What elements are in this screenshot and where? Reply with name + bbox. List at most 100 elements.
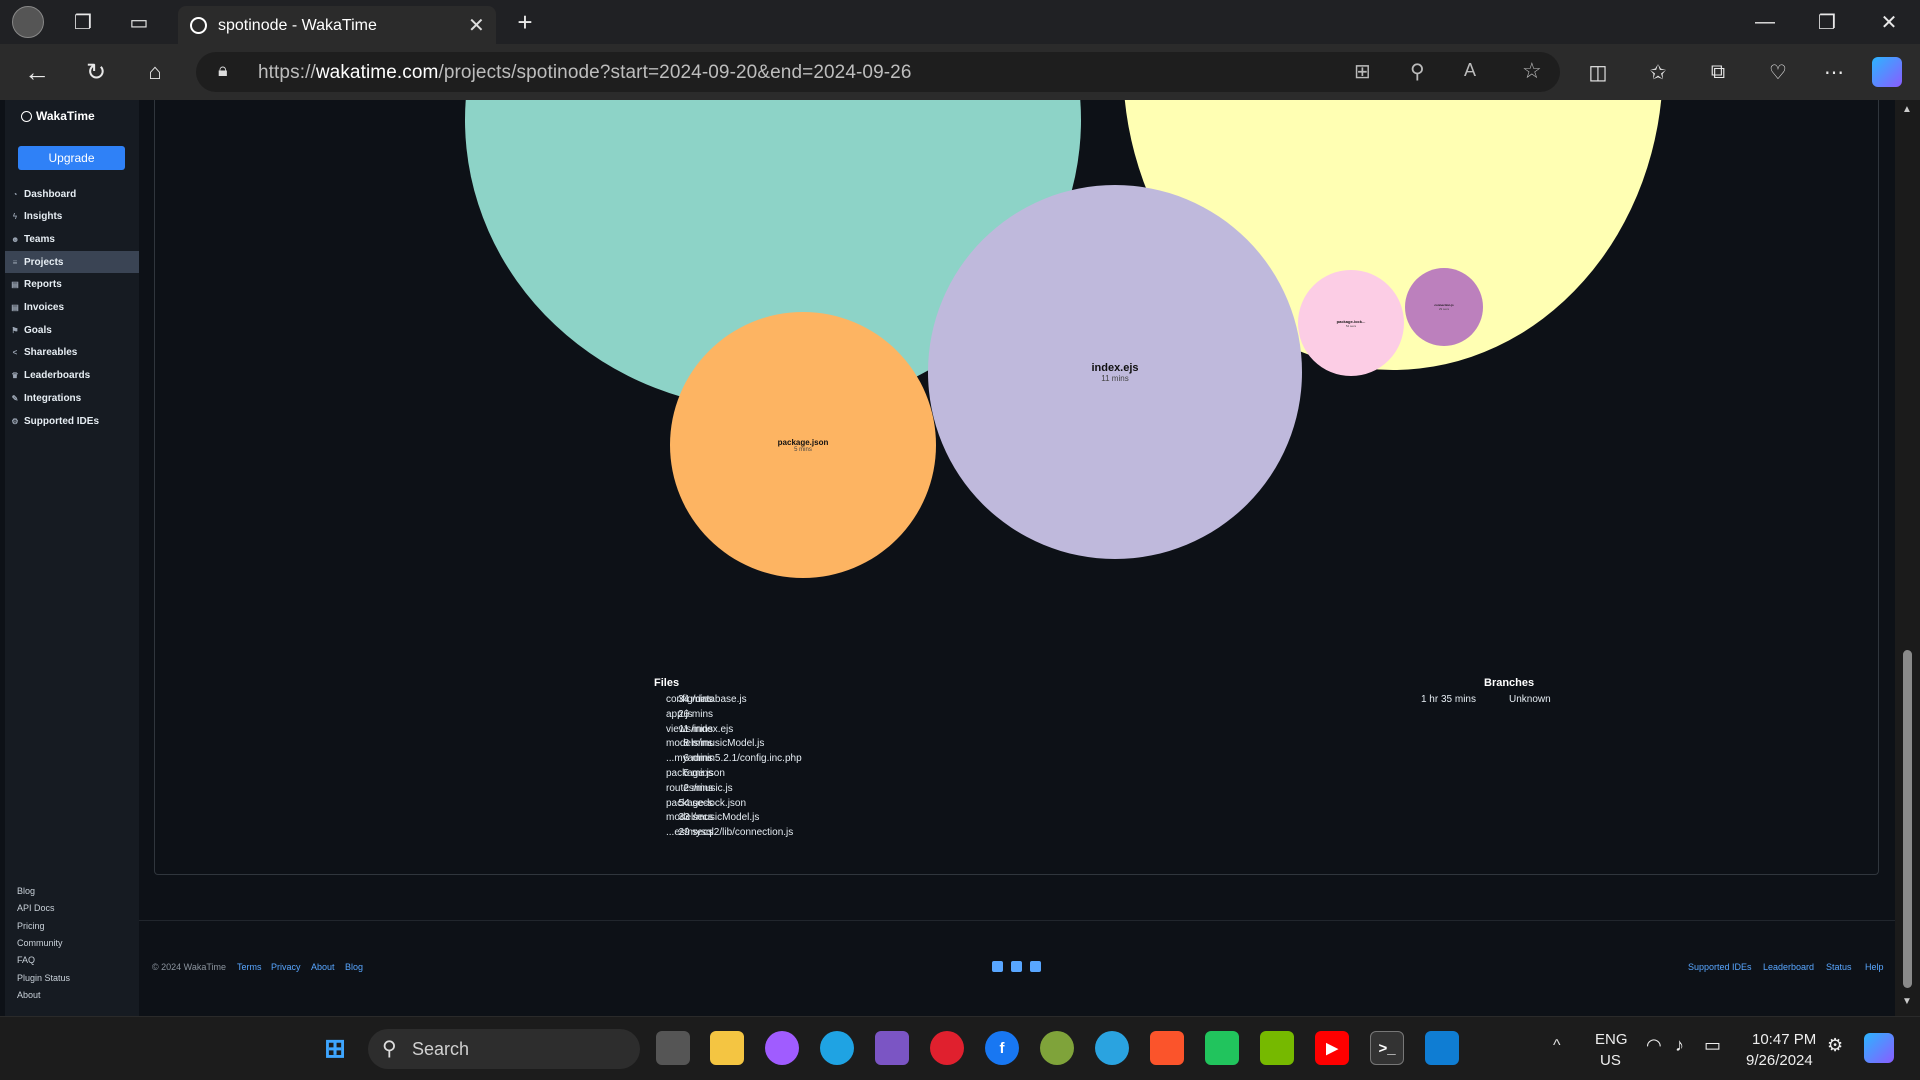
sidebar-item-invoices[interactable]: ▤ Invoices [5,297,139,319]
sidebar-footer-link[interactable]: FAQ [17,955,35,965]
green-app-icon[interactable] [1205,1031,1239,1065]
edge-icon[interactable] [820,1031,854,1065]
footer-link-about[interactable]: About [311,962,335,972]
lock-icon[interactable]: 🔒︎ [218,60,228,81]
favorite-star-icon[interactable]: ☆ [1522,58,1542,84]
file-name[interactable]: ...myadmin5.2.1/config.inc.php [666,753,802,764]
sidebar-item-projects[interactable]: ≡ Projects [5,251,139,274]
home-icon[interactable]: ⌂ [137,54,173,90]
refresh-icon[interactable]: ↻ [78,54,114,90]
file-name[interactable]: views/index.ejs [666,724,733,735]
scrollbar-thumb[interactable] [1903,650,1912,988]
github-icon[interactable] [992,961,1003,972]
sidebar-item-reports[interactable]: ▤ Reports [5,274,139,296]
volume-icon[interactable]: ♪ [1675,1035,1684,1056]
sidebar-footer-link[interactable]: About [17,990,41,1000]
collections-icon[interactable]: ⧉ [1700,54,1736,90]
telegram-icon[interactable] [1095,1031,1129,1065]
zoom-icon[interactable]: ⚲ [1410,59,1425,84]
file-name[interactable]: package-lock.json [666,798,746,809]
sidebar-footer-link[interactable]: Plugin Status [17,973,70,983]
linkedin-icon[interactable] [1030,961,1041,972]
show-hidden-icons-icon[interactable]: ^ [1553,1037,1561,1055]
footer-link-supported-ides[interactable]: Supported IDEs [1688,962,1752,972]
sidebar-item-shareables[interactable]: < Shareables [5,342,139,364]
read-aloud-icon[interactable]: A [1464,60,1476,81]
nvidia-icon[interactable] [1260,1031,1294,1065]
file-name[interactable]: model/musicModel.js [666,812,759,823]
app-available-icon[interactable]: ⊞ [1354,59,1371,84]
file-name[interactable]: routes/music.js [666,783,733,794]
clock-date[interactable]: 9/26/2024 [1746,1052,1813,1069]
bubble-package-lock[interactable]: package-lock... 54 secs [1298,270,1404,376]
terminal-icon[interactable]: >_ [1370,1031,1404,1065]
footer-link-blog[interactable]: Blog [345,962,363,972]
copilot-icon[interactable] [1872,57,1902,87]
copilot-taskbar-icon[interactable] [1864,1033,1894,1063]
brand-logo[interactable]: WakaTime [21,109,95,123]
workspaces-icon[interactable]: ❐ [65,4,101,40]
close-window-icon[interactable]: ✕ [1871,4,1907,40]
footer-link-privacy[interactable]: Privacy [271,962,301,972]
windows-start-icon[interactable]: ⊞ [318,1031,352,1065]
split-screen-icon[interactable]: ◫ [1580,54,1616,90]
footer-link-leaderboard[interactable]: Leaderboard [1763,962,1814,972]
sidebar-item-dashboard[interactable]: ◔ Dashboard [5,183,139,205]
file-name[interactable]: ...es/mysql2/lib/connection.js [666,827,793,838]
restore-icon[interactable]: ❐ [1809,4,1845,40]
bubble-index-ejs[interactable]: index.ejs 11 mins [928,185,1302,559]
more-menu-icon[interactable]: ⋯ [1816,54,1852,90]
notifications-icon[interactable]: ⚙ [1827,1035,1843,1056]
sidebar-item-goals[interactable]: ⚑ Goals [5,319,139,341]
sidebar-item-insights[interactable]: ϟ Insights [5,206,139,228]
profile-avatar[interactable] [12,6,44,38]
file-name[interactable]: models/musicModel.js [666,738,764,749]
sidebar-item-integrations[interactable]: ✎ Integrations [5,387,139,409]
sidebar-footer-link[interactable]: Pricing [17,921,45,931]
visual-studio-icon[interactable] [875,1031,909,1065]
favorites-icon[interactable]: ✩ [1640,54,1676,90]
opera-icon[interactable] [930,1031,964,1065]
back-icon[interactable]: ← [19,54,55,90]
clock-time[interactable]: 10:47 PM [1752,1031,1816,1048]
file-name[interactable]: app.js [666,709,693,720]
sidebar-footer-link[interactable]: API Docs [17,903,55,913]
new-tab-icon[interactable]: + [507,4,543,40]
messenger-icon[interactable] [765,1031,799,1065]
language-top[interactable]: ENG [1595,1031,1628,1048]
youtube-icon[interactable]: ▶ [1315,1031,1349,1065]
minimize-icon[interactable]: — [1747,4,1783,40]
sidebar-item-supported-ides[interactable]: ⚙ Supported IDEs [5,410,139,432]
branch-name[interactable]: Unknown [1509,694,1551,705]
tab-actions-icon[interactable]: ▭ [121,4,157,40]
footer-link-terms[interactable]: Terms [237,962,262,972]
taskbar-search[interactable]: ⚲ Search [368,1029,640,1069]
brave-icon[interactable] [1150,1031,1184,1065]
footer-link-help[interactable]: Help [1865,962,1884,972]
scroll-up-icon[interactable]: ▲ [1902,104,1912,115]
sidebar-footer-link[interactable]: Blog [17,886,35,896]
twitter-icon[interactable] [1011,961,1022,972]
upgrade-button[interactable]: Upgrade [18,146,125,170]
file-explorer-icon[interactable] [710,1031,744,1065]
bubble-connection-js[interactable]: connection.js 29 secs [1405,268,1483,346]
tab-active[interactable]: spotinode - WakaTime ✕ [178,6,496,44]
sidebar-item-teams[interactable]: ☻ Teams [5,228,139,250]
chameleon-app-icon[interactable] [1040,1031,1074,1065]
file-name[interactable]: package.json [666,768,725,779]
scroll-down-icon[interactable]: ▼ [1902,996,1912,1007]
bubble-package-json[interactable]: package.json 5 mins [670,312,936,578]
facebook-icon[interactable]: f [985,1031,1019,1065]
vscode-icon[interactable] [1425,1031,1459,1065]
language-bottom[interactable]: US [1600,1052,1621,1069]
file-name[interactable]: config/database.js [666,694,747,705]
wifi-icon[interactable]: ◠ [1646,1035,1662,1056]
sidebar-item-leaderboards[interactable]: ♛ Leaderboards [5,365,139,387]
address-bar[interactable]: 🔒︎ https://wakatime.com/projects/spotino… [196,52,1560,92]
task-view-icon[interactable] [656,1031,690,1065]
footer-link-status[interactable]: Status [1826,962,1852,972]
close-tab-icon[interactable]: ✕ [468,13,485,38]
page-scrollbar[interactable]: ▲ ▼ [1895,100,1920,1016]
sidebar-footer-link[interactable]: Community [17,938,63,948]
battery-icon[interactable]: ▭ [1704,1035,1721,1056]
